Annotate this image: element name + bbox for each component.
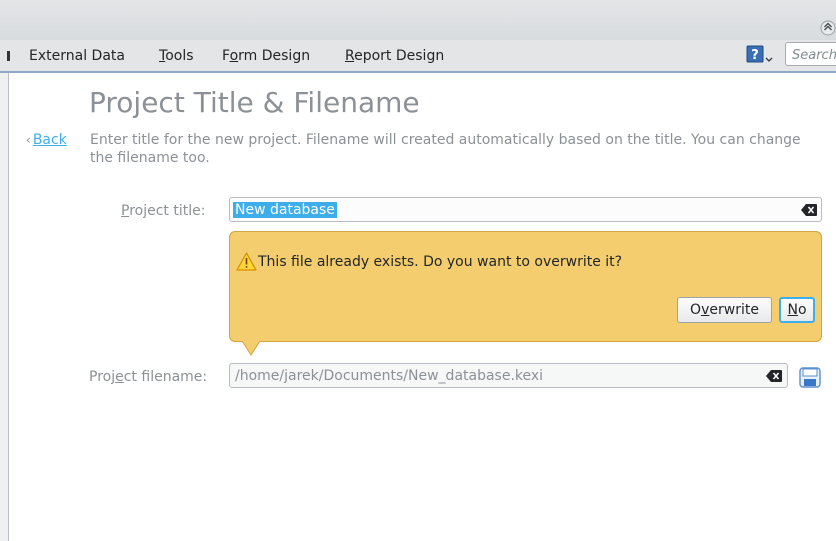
menu-bar-overflow-edge: [7, 51, 10, 61]
message-pointer: [242, 341, 260, 356]
menu-report-design[interactable]: Report Design: [345, 48, 444, 64]
menu-tools[interactable]: Tools: [159, 48, 194, 64]
warning-triangle-icon: [236, 252, 257, 271]
menu-external-data[interactable]: External Data: [29, 48, 125, 64]
title-strip: [0, 0, 836, 40]
project-filename-label: Project filename:: [89, 369, 208, 385]
clear-text-icon[interactable]: [801, 204, 817, 216]
help-question-icon[interactable]: ?: [746, 44, 774, 66]
no-button[interactable]: No: [779, 297, 815, 323]
save-file-icon[interactable]: [799, 367, 821, 388]
menu-form-design[interactable]: Form Design: [222, 48, 310, 64]
page-title: Project Title & Filename: [89, 86, 420, 119]
project-filename-input[interactable]: /home/jarek/Documents/New_database.kexi: [229, 363, 788, 388]
left-panel-edge: [0, 73, 9, 541]
chevron-left-icon: ‹: [26, 133, 31, 147]
overwrite-button[interactable]: Ov erwrite: [677, 297, 772, 323]
clear-text-icon[interactable]: [766, 370, 782, 382]
overwrite-warning-message: [229, 231, 822, 342]
page-description: Enter title for the new project. Filenam…: [90, 132, 801, 166]
project-filename-value: /home/jarek/Documents/New_database.kexi: [235, 368, 544, 384]
back-label: Back: [32, 132, 67, 148]
search-input[interactable]: [785, 42, 836, 66]
svg-text:?: ?: [751, 48, 759, 63]
project-title-value: New database: [233, 202, 337, 218]
project-title-label: Project title:: [121, 203, 206, 219]
project-title-input[interactable]: New database: [229, 197, 822, 222]
warning-message-text: This file already exists. Do you want to…: [258, 254, 623, 270]
back-link[interactable]: ‹ Back: [26, 132, 67, 148]
collapse-up-icon[interactable]: [820, 20, 836, 36]
